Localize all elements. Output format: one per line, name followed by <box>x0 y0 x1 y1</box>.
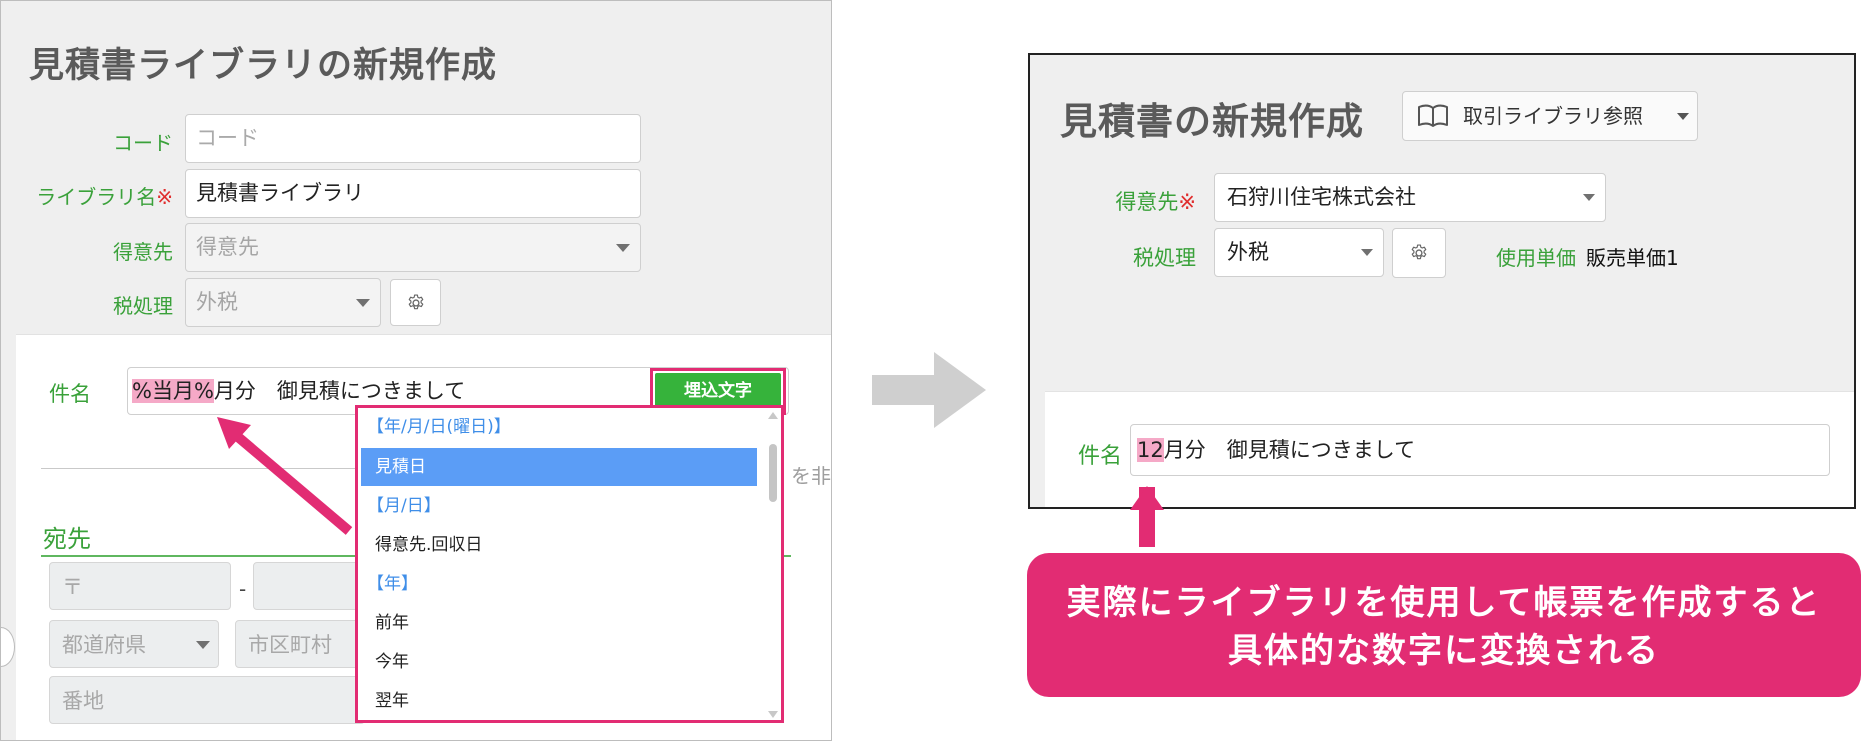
chevron-down-icon <box>616 244 630 252</box>
subject-text: 月分 御見積につきまして <box>213 379 466 403</box>
customer-label: 得意先 <box>113 240 173 264</box>
tax-label: 税処理 <box>1133 246 1196 270</box>
required-mark: ※ <box>1178 190 1196 214</box>
required-mark: ※ <box>156 185 173 209</box>
right-arrow-icon <box>872 352 986 428</box>
tax-settings-button[interactable] <box>390 279 441 326</box>
postal-dash: - <box>239 577 247 601</box>
code-input[interactable]: コード <box>185 114 641 163</box>
customer-select-value: 得意先 <box>196 235 259 259</box>
chevron-down-icon <box>1677 113 1689 120</box>
dropdown-option-collection-date[interactable]: 得意先.回収日 <box>361 526 757 564</box>
hide-option-text: を非表 <box>791 464 831 488</box>
library-create-panel: 見積書ライブラリの新規作成 コード コード ライブラリ名※ 見積書ライブラリ 得… <box>0 0 832 741</box>
city-input[interactable]: 市区町村 <box>235 620 365 668</box>
page-title: 見積書の新規作成 <box>1060 100 1364 143</box>
estimate-create-panel: 見積書の新規作成 取引ライブラリ参照 得意先※ 石狩川住宅株式会社 税処理 外税… <box>1028 53 1856 509</box>
unit-price-label: 使用単価 <box>1496 246 1576 270</box>
subject-input[interactable]: 12月分 御見積につきまして <box>1130 424 1830 476</box>
page-title: 見積書ライブラリの新規作成 <box>29 46 498 86</box>
dropdown-option-next-year[interactable]: 翌年 <box>361 682 757 720</box>
library-name-label-text: ライブラリ名 <box>36 185 157 209</box>
postal-code-input[interactable]: 〒 <box>49 562 231 610</box>
chevron-down-icon <box>356 299 370 307</box>
subject-embed-token: %当月% <box>132 379 214 403</box>
scroll-up-icon[interactable] <box>768 412 778 419</box>
dropdown-option-last-year[interactable]: 前年 <box>361 604 757 642</box>
dropdown-group-ymd-weekday: 【年/月/日(曜日)】 <box>367 417 511 437</box>
gear-icon <box>408 294 423 309</box>
book-icon <box>1418 104 1448 127</box>
dropdown-group-year: 【年】 <box>367 574 418 594</box>
library-reference-label: 取引ライブラリ参照 <box>1463 104 1643 128</box>
subject-label: 件名 <box>1078 444 1123 469</box>
embed-text-dropdown[interactable]: 【年/月/日(曜日)】 見積日 【月/日】 得意先.回収日 【年】 前年 今年 … <box>355 405 784 723</box>
tax-select[interactable]: 外税 <box>185 278 381 327</box>
prefecture-select-value: 都道府県 <box>62 633 146 657</box>
prefecture-select[interactable]: 都道府県 <box>49 620 219 668</box>
customer-label: 得意先※ <box>1030 186 1196 216</box>
callout-line-2: 具体的な数字に変換される <box>1228 631 1660 671</box>
code-label: コード <box>113 131 173 155</box>
tax-select[interactable]: 外税 <box>1214 228 1384 277</box>
postal-code-input-2[interactable] <box>253 562 363 610</box>
chevron-down-icon <box>196 641 210 649</box>
library-name-label: ライブラリ名※ <box>1 181 173 210</box>
tax-select-value: 外税 <box>1227 240 1269 264</box>
callout-box: 実際にライブラリを使用して帳票を作成すると 具体的な数字に変換される <box>1027 553 1861 697</box>
customer-select[interactable]: 石狩川住宅株式会社 <box>1214 173 1606 222</box>
customer-select-value: 石狩川住宅株式会社 <box>1227 185 1416 209</box>
chevron-down-icon <box>1583 194 1595 201</box>
chevron-down-icon <box>1361 249 1373 256</box>
subject-label: 件名 <box>49 382 91 406</box>
tax-label: 税処理 <box>113 294 173 318</box>
tax-settings-button[interactable] <box>1392 228 1446 278</box>
subject-converted-number: 12 <box>1137 438 1164 462</box>
scrollbar-thumb[interactable] <box>769 444 777 502</box>
library-reference-button[interactable]: 取引ライブラリ参照 <box>1402 91 1698 141</box>
dropdown-group-md: 【月/日】 <box>367 496 441 516</box>
gear-icon <box>1411 244 1427 260</box>
tax-select-value: 外税 <box>196 290 238 314</box>
callout-line-1: 実際にライブラリを使用して帳票を作成すると <box>1066 583 1822 623</box>
dropdown-scrollbar[interactable] <box>765 412 779 718</box>
destination-section-title: 宛先 <box>43 525 91 553</box>
dropdown-option-estimate-date[interactable]: 見積日 <box>361 448 757 486</box>
pointer-arrow-icon <box>217 417 353 535</box>
customer-select[interactable]: 得意先 <box>185 223 641 272</box>
customer-label-text: 得意先 <box>1115 190 1179 214</box>
scroll-down-icon[interactable] <box>768 711 778 718</box>
unit-price-value: 販売単価1 <box>1586 246 1679 270</box>
address-input[interactable]: 番地 <box>49 676 365 724</box>
library-name-input[interactable]: 見積書ライブラリ <box>185 169 641 218</box>
callout-arrow-head <box>1130 486 1164 510</box>
dropdown-option-this-year[interactable]: 今年 <box>361 643 757 681</box>
side-handle[interactable] <box>1 627 15 667</box>
subject-text: 月分 御見積につきまして <box>1163 438 1416 462</box>
